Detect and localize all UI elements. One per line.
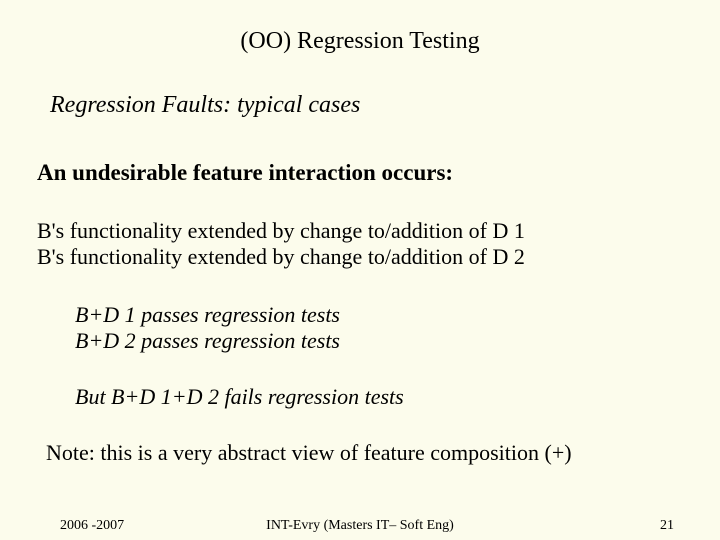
body-paragraph-3: But B+D 1+D 2 fails regression tests (75, 384, 404, 410)
note-line: Note: this is a very abstract view of fe… (46, 440, 572, 466)
body-line: B's functionality extended by change to/… (37, 244, 525, 270)
body-paragraph-2: B+D 1 passes regression tests B+D 2 pass… (75, 302, 340, 355)
slide-subtitle: Regression Faults: typical cases (50, 92, 360, 119)
body-line: B's functionality extended by change to/… (37, 218, 525, 244)
section-heading: An undesirable feature interaction occur… (37, 160, 453, 186)
slide: (OO) Regression Testing Regression Fault… (0, 0, 720, 540)
footer-page-number: 21 (660, 518, 674, 534)
slide-title: (OO) Regression Testing (0, 28, 720, 55)
body-line: B+D 1 passes regression tests (75, 302, 340, 328)
body-paragraph-1: B's functionality extended by change to/… (37, 218, 525, 271)
footer-institution: INT-Evry (Masters IT– Soft Eng) (0, 518, 720, 534)
body-line: B+D 2 passes regression tests (75, 328, 340, 354)
